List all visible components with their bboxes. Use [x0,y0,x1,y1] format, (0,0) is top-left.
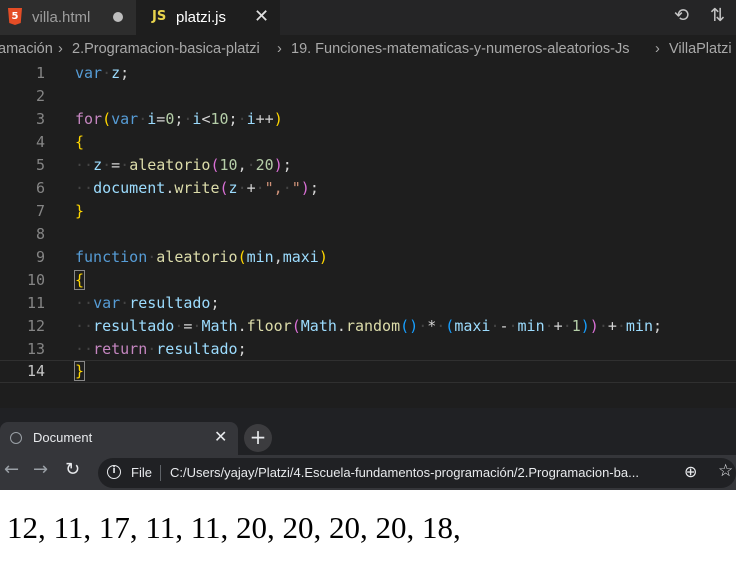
code-text: ··var·resultado; [75,294,220,312]
close-tab-icon[interactable]: ✕ [254,6,269,27]
bookmark-star-icon[interactable]: ☆ [718,461,733,481]
code-text: function·aleatorio(min,maxi) [75,248,328,266]
code-line: 6 ··document.write(z·+·",·"); [0,177,736,200]
browser-tab-title: Document [33,430,93,445]
code-line: 8 [0,223,736,246]
output-text: 12, 11, 17, 11, 11, 20, 20, 20, 20, 18, [7,510,461,545]
code-line: 9 function·aleatorio(min,maxi) [0,246,736,269]
forward-arrow-icon[interactable]: → [33,459,48,480]
tab-villa-html[interactable]: 5 villa.html [0,0,136,35]
breadcrumb-chevron-icon: › [277,41,282,57]
unsaved-dot-icon[interactable] [113,12,123,22]
breadcrumb-chevron-icon: › [655,41,660,57]
line-number: 10 [26,271,45,289]
line-number: 11 [26,294,45,312]
tab-label: villa.html [32,9,91,26]
breadcrumb-item[interactable]: VillaPlatzi [669,35,732,63]
browser-tab[interactable]: Document ✕ [0,422,238,455]
breadcrumb-chevron-icon: › [58,41,63,57]
line-number: 1 [35,64,45,82]
code-text: var·z; [75,64,130,82]
line-number: 4 [35,133,45,151]
tab-label: platzi.js [176,9,227,26]
url-text[interactable]: C:/Users/yajay/Platzi/4.Escuela-fundamen… [170,465,670,480]
breadcrumb-item[interactable]: 2.Programacion-basica-platzi [72,35,260,63]
new-tab-button[interactable]: + [244,424,272,452]
zoom-icon[interactable]: ⊕ [684,462,697,481]
close-tab-icon[interactable]: ✕ [214,427,227,446]
line-number: 3 [35,110,45,128]
editor-tab-bar: 5 villa.html JS platzi.js ✕ ⟲ ⇅ [0,0,736,35]
tab-platzi-js[interactable]: JS platzi.js ✕ [136,0,280,35]
code-text: for(var·i=0;·i<10;·i++) [75,110,283,128]
line-number: 13 [26,340,45,358]
code-text: ··resultado·=·Math.floor(Math.random()·*… [75,317,663,335]
code-line: 4 { [0,131,736,154]
code-text: { [75,133,85,151]
divider [160,465,161,481]
code-line: 12 ··resultado·=·Math.floor(Math.random(… [0,315,736,338]
code-line-current: 14 } [0,360,736,383]
source-control-compare-icon[interactable]: ⇅ [710,5,725,26]
code-line: 10 { [0,269,736,292]
line-number: 5 [35,156,45,174]
browser-tab-strip: Document ✕ + [0,408,736,455]
info-icon[interactable]: i [107,465,121,479]
address-bar[interactable]: i File C:/Users/yajay/Platzi/4.Escuela-f… [98,458,736,488]
line-number: 8 [35,225,45,243]
code-text: ··return·resultado; [75,340,247,358]
code-line: 5 ··z·=·aleatorio(10,·20); [0,154,736,177]
file-scheme-label: File [131,465,152,480]
code-line: 7 } [0,200,736,223]
line-number: 6 [35,179,45,197]
line-number: 12 [26,317,45,335]
code-text: { [73,270,86,290]
browser-toolbar: ← → ↻ i File C:/Users/yajay/Platzi/4.Esc… [0,455,736,490]
code-text: } [75,202,85,220]
breadcrumb-item[interactable]: 19. Funciones-matematicas-y-numeros-alea… [291,35,629,63]
globe-icon [10,432,22,444]
code-editor[interactable]: 1 var·z; 2 3 for(var·i=0;·i<10;·i++) 4 {… [0,62,736,408]
page-content: 12, 11, 17, 11, 11, 20, 20, 20, 20, 18, [0,490,736,580]
history-icon[interactable]: ⟲ [674,5,689,26]
code-line: 2 [0,85,736,108]
code-text: ··document.write(z·+·",·"); [75,179,319,197]
html5-icon: 5 [8,8,22,25]
line-number: 14 [26,362,45,380]
js-icon: JS [152,9,167,24]
vscode-window: 5 villa.html JS platzi.js ✕ ⟲ ⇅ amación … [0,0,736,408]
back-arrow-icon[interactable]: ← [4,459,19,480]
code-line: 3 for(var·i=0;·i<10;·i++) [0,108,736,131]
line-number: 7 [35,202,45,220]
breadcrumb: amación › 2.Programacion-basica-platzi ›… [0,35,736,63]
code-line: 11 ··var·resultado; [0,292,736,315]
code-text: } [73,361,86,381]
code-line: 1 var·z; [0,62,736,85]
line-number: 9 [35,248,45,266]
reload-icon[interactable]: ↻ [65,459,80,480]
breadcrumb-item[interactable]: amación [0,35,53,63]
code-text: ··z·=·aleatorio(10,·20); [75,156,292,174]
code-line: 13 ··return·resultado; [0,338,736,361]
line-number: 2 [35,87,45,105]
